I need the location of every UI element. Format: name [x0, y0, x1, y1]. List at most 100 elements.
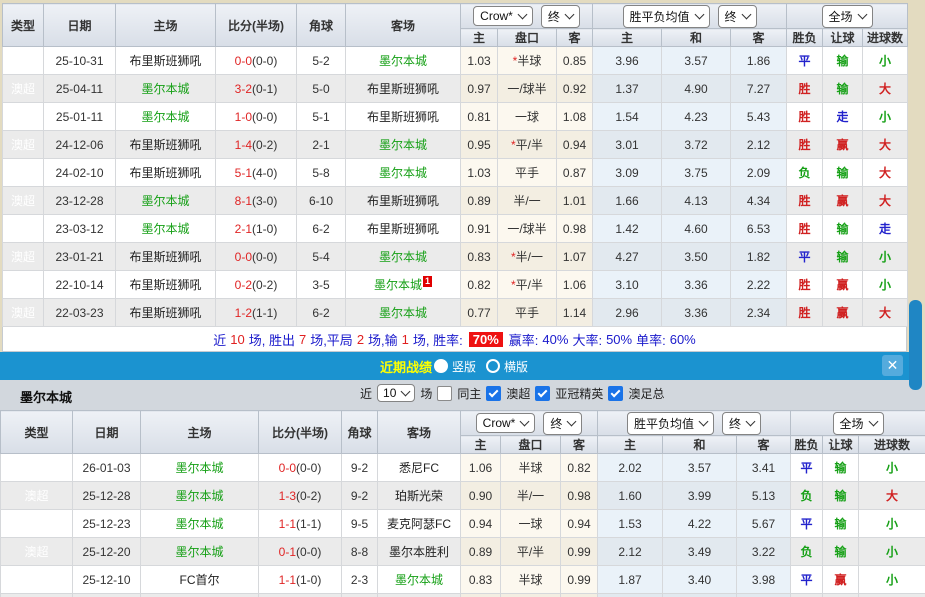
corner-score: 6-2 — [297, 299, 346, 327]
match-date: 24-02-10 — [44, 159, 116, 187]
mean-period-select[interactable]: 终 — [718, 5, 757, 28]
col-odds-away: 客 — [561, 436, 598, 454]
result-wdl: 平 — [787, 47, 823, 75]
odds-away: 0.98 — [557, 215, 593, 243]
league-badge: 澳超 — [3, 47, 44, 75]
result-goals: 小 — [859, 510, 925, 538]
mean-draw-value: 3.40 — [663, 566, 737, 594]
away-team: 墨尔本城 — [346, 243, 461, 271]
radio-vertical-layout[interactable] — [434, 359, 448, 373]
win-count: 7 — [299, 332, 306, 347]
same-home-checkbox[interactable] — [437, 386, 452, 401]
match-score: 5-1(4-0) — [216, 159, 297, 187]
home-team: 布里斯班狮吼 — [116, 271, 216, 299]
mean-home-value: 3.10 — [593, 271, 662, 299]
radio-horizontal-label: 横版 — [504, 358, 528, 375]
result-wdl: 胜 — [787, 131, 823, 159]
result-handicap: 输 — [823, 510, 859, 538]
league-cup-label: 澳足总 — [628, 385, 664, 402]
result-handicap: 输 — [823, 47, 863, 75]
handicap-line: 半/一 — [498, 187, 557, 215]
result-wdl: 负 — [787, 159, 823, 187]
match-score: 1-4(0-2) — [216, 131, 297, 159]
corner-score: 8-8 — [342, 538, 378, 566]
result-wdl: 胜 — [787, 215, 823, 243]
match-date: 23-01-21 — [44, 243, 116, 271]
odds-away: 0.94 — [561, 510, 598, 538]
odds-company-select[interactable]: Crow* — [473, 6, 533, 26]
mean-period-select[interactable]: 终 — [722, 412, 761, 435]
odds-home: 0.82 — [461, 271, 498, 299]
result-handicap: 赢 — [823, 187, 863, 215]
corner-score: 9-5 — [342, 510, 378, 538]
match-date: 23-12-28 — [44, 187, 116, 215]
result-wdl: 平 — [791, 566, 823, 594]
mean-draw-value — [663, 594, 737, 597]
mean-type-select[interactable]: 胜平负均值 — [627, 412, 714, 435]
match-score: 1-0(0-0) — [216, 103, 297, 131]
handicap-line: 一球 — [498, 103, 557, 131]
recent-table: 类型 日期 主场 比分(半场) 角球 客场 Crow* 终 胜平负均值 — [0, 410, 925, 597]
mean-home-value — [598, 594, 663, 597]
match-score: 0-1(0-0) — [259, 538, 342, 566]
col-odds-home: 主 — [461, 29, 498, 47]
close-button[interactable]: ✕ — [882, 355, 903, 376]
scope-select[interactable]: 全场 — [822, 5, 873, 28]
match-score: 0-0(0-0) — [216, 243, 297, 271]
league-acl-checkbox[interactable] — [535, 386, 550, 401]
close-icon: ✕ — [887, 357, 899, 373]
chevron-down-icon — [694, 10, 704, 20]
league-cup-checkbox[interactable] — [608, 386, 623, 401]
result-goals — [859, 594, 925, 597]
recent-section: 墨尔本城 近 10 场 同主 澳超 亚冠精英 澳足总 — [0, 380, 925, 597]
result-goals: 大 — [863, 75, 908, 103]
mean-home-value: 3.96 — [593, 47, 662, 75]
away-team: 布里斯班狮吼 — [346, 103, 461, 131]
odds-company-select[interactable]: Crow* — [476, 413, 536, 433]
league-acl-label: 亚冠精英 — [555, 385, 603, 402]
result-wdl: 胜 — [787, 271, 823, 299]
odds-period-select[interactable]: 终 — [543, 412, 582, 435]
chevron-down-icon — [746, 417, 756, 427]
mean-draw-value: 3.36 — [662, 271, 731, 299]
result-handicap: 输 — [823, 482, 859, 510]
league-badge: 澳超 — [3, 131, 44, 159]
mean-home-value: 1.53 — [598, 510, 663, 538]
corner-score: 2-1 — [297, 131, 346, 159]
col-type: 类型 — [3, 4, 44, 47]
mean-type-select[interactable]: 胜平负均值 — [623, 5, 710, 28]
radio-horizontal-layout[interactable] — [486, 359, 500, 373]
result-wdl: 胜 — [787, 299, 823, 327]
odds-away: 1.08 — [557, 103, 593, 131]
mean-away-value: 5.67 — [737, 510, 791, 538]
odds-away: 0.99 — [561, 538, 598, 566]
mean-draw-value: 4.22 — [663, 510, 737, 538]
corner-score — [342, 594, 378, 597]
odds-home: 0.95 — [461, 131, 498, 159]
col-mean-home: 主 — [593, 29, 662, 47]
scope-select[interactable]: 全场 — [833, 412, 884, 435]
odds-home: 0.89 — [461, 187, 498, 215]
home-team: 布里斯班狮吼 — [116, 47, 216, 75]
result-goals: 大 — [863, 159, 908, 187]
away-team: 墨尔本城 — [346, 47, 461, 75]
league-a-checkbox[interactable] — [486, 386, 501, 401]
odds-home: 0.83 — [461, 566, 501, 594]
home-team: 布里斯班狮吼 — [116, 159, 216, 187]
matches-count-select[interactable]: 10 — [377, 384, 415, 402]
match-score: 0-2(0-2) — [216, 271, 297, 299]
result-goals: 大 — [863, 299, 908, 327]
mean-draw-value: 3.36 — [662, 299, 731, 327]
league-badge: 澳超 — [3, 299, 44, 327]
odds-period-select[interactable]: 终 — [541, 5, 580, 28]
mean-draw-value: 4.13 — [662, 187, 731, 215]
odds-home: 0.91 — [461, 215, 498, 243]
radio-vertical-label: 竖版 — [452, 358, 476, 375]
match-date: 25-12-28 — [73, 482, 141, 510]
col-date: 日期 — [73, 411, 141, 454]
mean-draw-value: 3.75 — [662, 159, 731, 187]
chevron-down-icon — [868, 417, 878, 427]
match-date: 26-01-03 — [73, 454, 141, 482]
scrollbar-thumb[interactable] — [909, 300, 922, 390]
result-wdl: 负 — [791, 482, 823, 510]
